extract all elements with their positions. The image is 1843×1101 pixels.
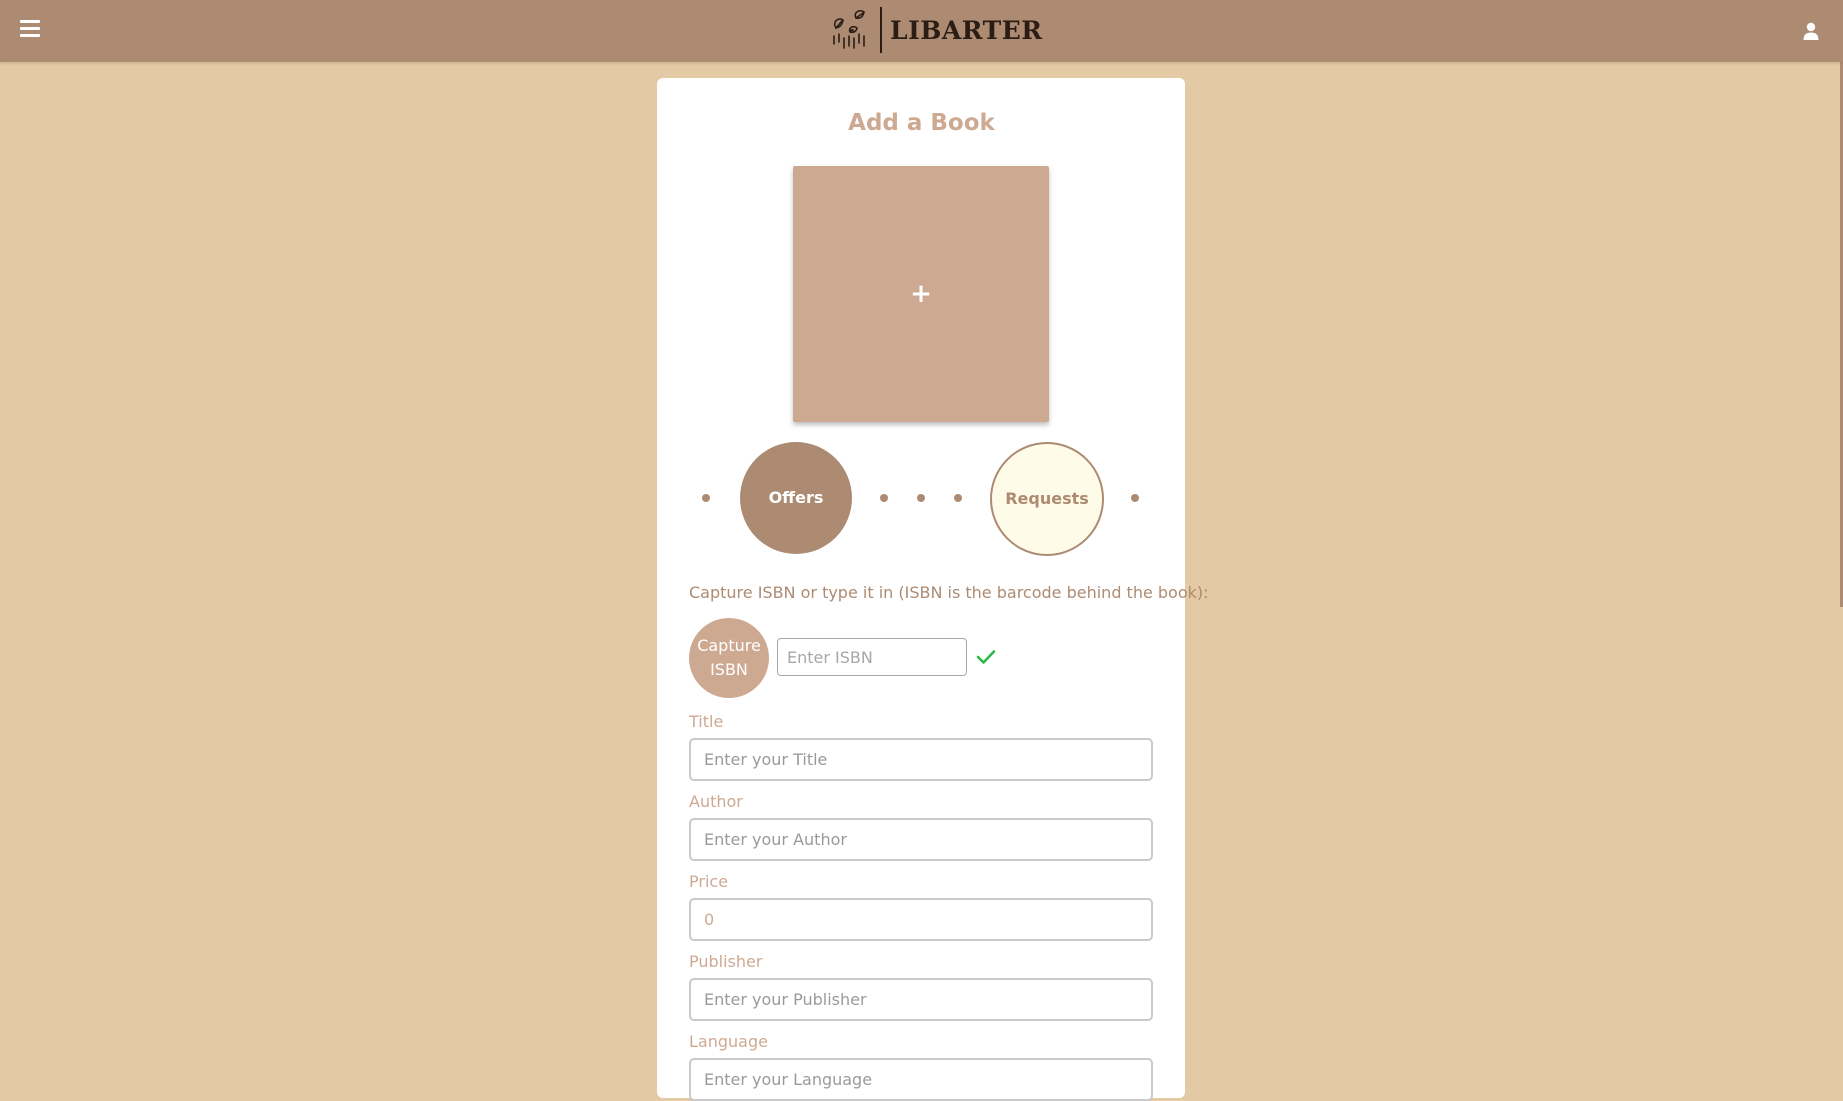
publisher-input[interactable]: [689, 978, 1153, 1021]
title-label: Title: [689, 712, 724, 731]
checkmark-icon: [976, 650, 996, 664]
brand-logo[interactable]: LIBARTER: [828, 6, 1043, 54]
decorative-dot: [1131, 494, 1139, 502]
hamburger-menu-icon[interactable]: [20, 20, 40, 40]
isbn-instructions: Capture ISBN or type it in (ISBN is the …: [689, 583, 1209, 602]
capture-isbn-label-line1: Capture: [697, 636, 761, 655]
plus-icon: +: [910, 279, 932, 309]
capture-isbn-label-line2: ISBN: [710, 660, 748, 679]
user-icon[interactable]: [1801, 21, 1821, 41]
cover-image-upload[interactable]: +: [793, 166, 1049, 422]
isbn-input[interactable]: [777, 638, 967, 676]
decorative-dot: [702, 494, 710, 502]
language-input[interactable]: [689, 1058, 1153, 1101]
price-label: Price: [689, 872, 729, 891]
title-input[interactable]: [689, 738, 1153, 781]
decorative-dot: [880, 494, 888, 502]
capture-isbn-button[interactable]: Capture ISBN: [689, 618, 769, 698]
offers-toggle-button[interactable]: Offers: [740, 442, 852, 554]
price-input[interactable]: [689, 898, 1153, 941]
brand-name: LIBARTER: [890, 15, 1043, 45]
decorative-dot: [917, 494, 925, 502]
requests-toggle-button[interactable]: Requests: [990, 442, 1104, 556]
logo-plant-icon: [833, 10, 865, 49]
publisher-label: Publisher: [689, 952, 763, 971]
author-label: Author: [689, 792, 743, 811]
decorative-dot: [954, 494, 962, 502]
author-input[interactable]: [689, 818, 1153, 861]
page-title: Add a Book: [848, 110, 995, 136]
top-navigation-bar: LIBARTER: [0, 0, 1843, 62]
language-label: Language: [689, 1032, 768, 1051]
logo-divider: [880, 7, 882, 53]
